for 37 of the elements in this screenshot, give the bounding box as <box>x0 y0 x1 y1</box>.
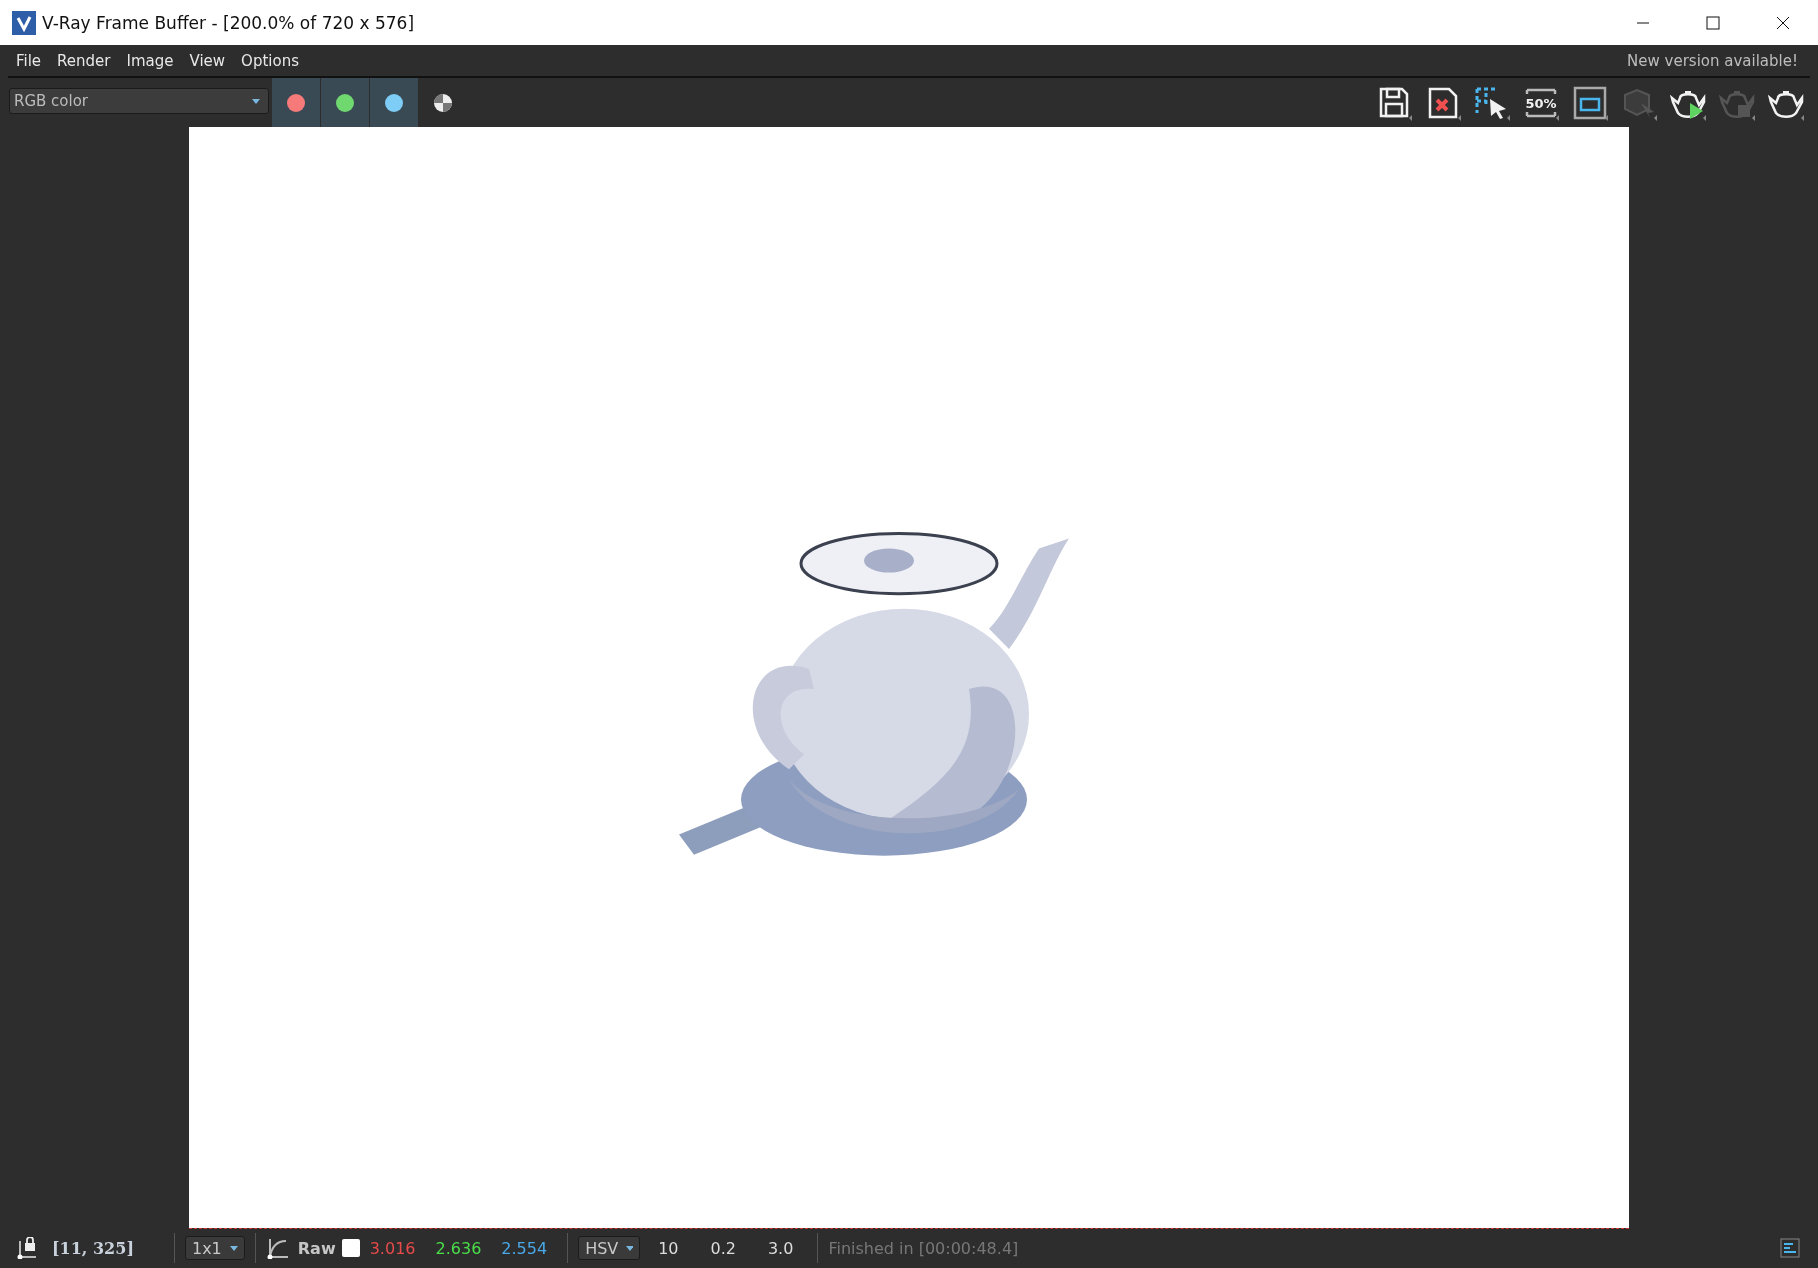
menu-item[interactable]: Render <box>49 49 119 72</box>
menu-item[interactable]: File <box>8 49 50 72</box>
curve-icon[interactable] <box>265 1237 288 1259</box>
channel-value: 3.016 <box>369 1238 416 1258</box>
alpha-icon <box>433 92 453 113</box>
pixel-coordinates: [11, 325] <box>52 1238 134 1258</box>
menu-item[interactable]: Options <box>233 49 307 72</box>
update-notice[interactable]: New version available! <box>1627 51 1810 70</box>
channel-toggle[interactable] <box>272 78 320 127</box>
channel-toggle[interactable] <box>321 78 369 127</box>
menu-item[interactable]: View <box>181 49 234 72</box>
close-icon <box>1776 15 1790 30</box>
maximize-icon <box>1706 15 1720 30</box>
zoom-button[interactable]: 50% <box>1523 84 1559 121</box>
mode-label: Raw <box>297 1238 336 1258</box>
color-swatch <box>341 1239 360 1257</box>
channel-value: 2.554 <box>501 1238 548 1258</box>
readout-value: 0.2 <box>710 1238 736 1258</box>
readout-value: 10 <box>658 1238 679 1258</box>
caret-icon <box>229 1245 238 1251</box>
panel-toggle-icon[interactable] <box>1780 1238 1800 1258</box>
app-logo-icon <box>12 10 36 35</box>
channel-value: 2.636 <box>435 1238 482 1258</box>
minimize-icon <box>1636 21 1650 24</box>
pixel-lock-icon[interactable] <box>16 1237 38 1259</box>
channel-toggle[interactable] <box>370 78 418 127</box>
caret-icon <box>252 98 260 104</box>
caret-icon <box>626 1245 634 1251</box>
readout-value: 3.0 <box>767 1238 794 1258</box>
frame-button[interactable] <box>1572 84 1608 121</box>
sample-size-dropdown[interactable]: 1x1 <box>184 1236 245 1260</box>
channel-dropdown[interactable]: RGB color <box>9 88 269 114</box>
menu-item[interactable]: Image <box>118 49 182 72</box>
window-title: V-Ray Frame Buffer - [200.0% of 720 x 576] <box>42 12 416 33</box>
frame-icon <box>1572 84 1608 121</box>
status-message: Finished in [00:00:48.4] <box>828 1238 1019 1258</box>
color-space-dropdown[interactable]: HSV <box>578 1236 641 1260</box>
